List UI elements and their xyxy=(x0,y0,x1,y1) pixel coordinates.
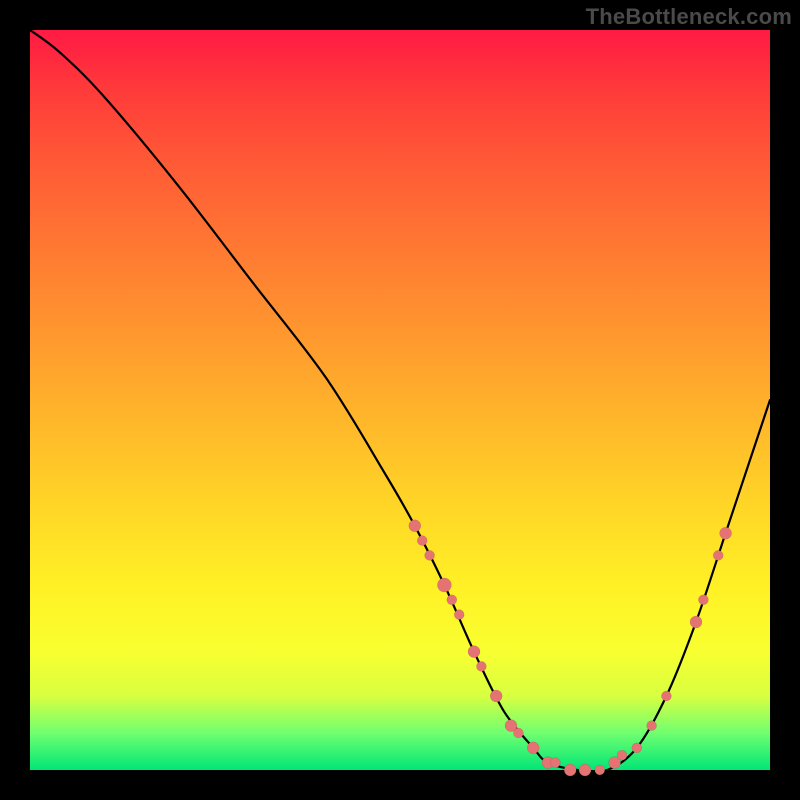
watermark-text: TheBottleneck.com xyxy=(586,4,792,30)
data-marker xyxy=(437,578,451,592)
data-marker xyxy=(647,721,657,731)
data-marker xyxy=(447,595,457,605)
data-marker xyxy=(720,527,732,539)
data-marker xyxy=(632,743,642,753)
chart-frame: TheBottleneck.com xyxy=(0,0,800,800)
data-marker xyxy=(454,610,464,620)
data-marker xyxy=(595,765,605,775)
data-marker xyxy=(579,764,591,776)
data-marker xyxy=(476,661,486,671)
data-marker xyxy=(527,742,539,754)
data-marker xyxy=(713,550,723,560)
bottleneck-curve xyxy=(30,30,770,772)
data-marker xyxy=(425,550,435,560)
data-marker xyxy=(513,728,523,738)
marker-group xyxy=(409,520,732,776)
data-marker xyxy=(468,646,480,658)
data-marker xyxy=(409,520,421,532)
data-marker xyxy=(490,690,502,702)
data-marker xyxy=(564,764,576,776)
data-marker xyxy=(698,595,708,605)
data-marker xyxy=(661,691,671,701)
plot-area xyxy=(30,30,770,770)
data-marker xyxy=(617,750,627,760)
data-marker xyxy=(550,758,560,768)
curve-svg xyxy=(30,30,770,770)
data-marker xyxy=(690,616,702,628)
data-marker xyxy=(417,536,427,546)
